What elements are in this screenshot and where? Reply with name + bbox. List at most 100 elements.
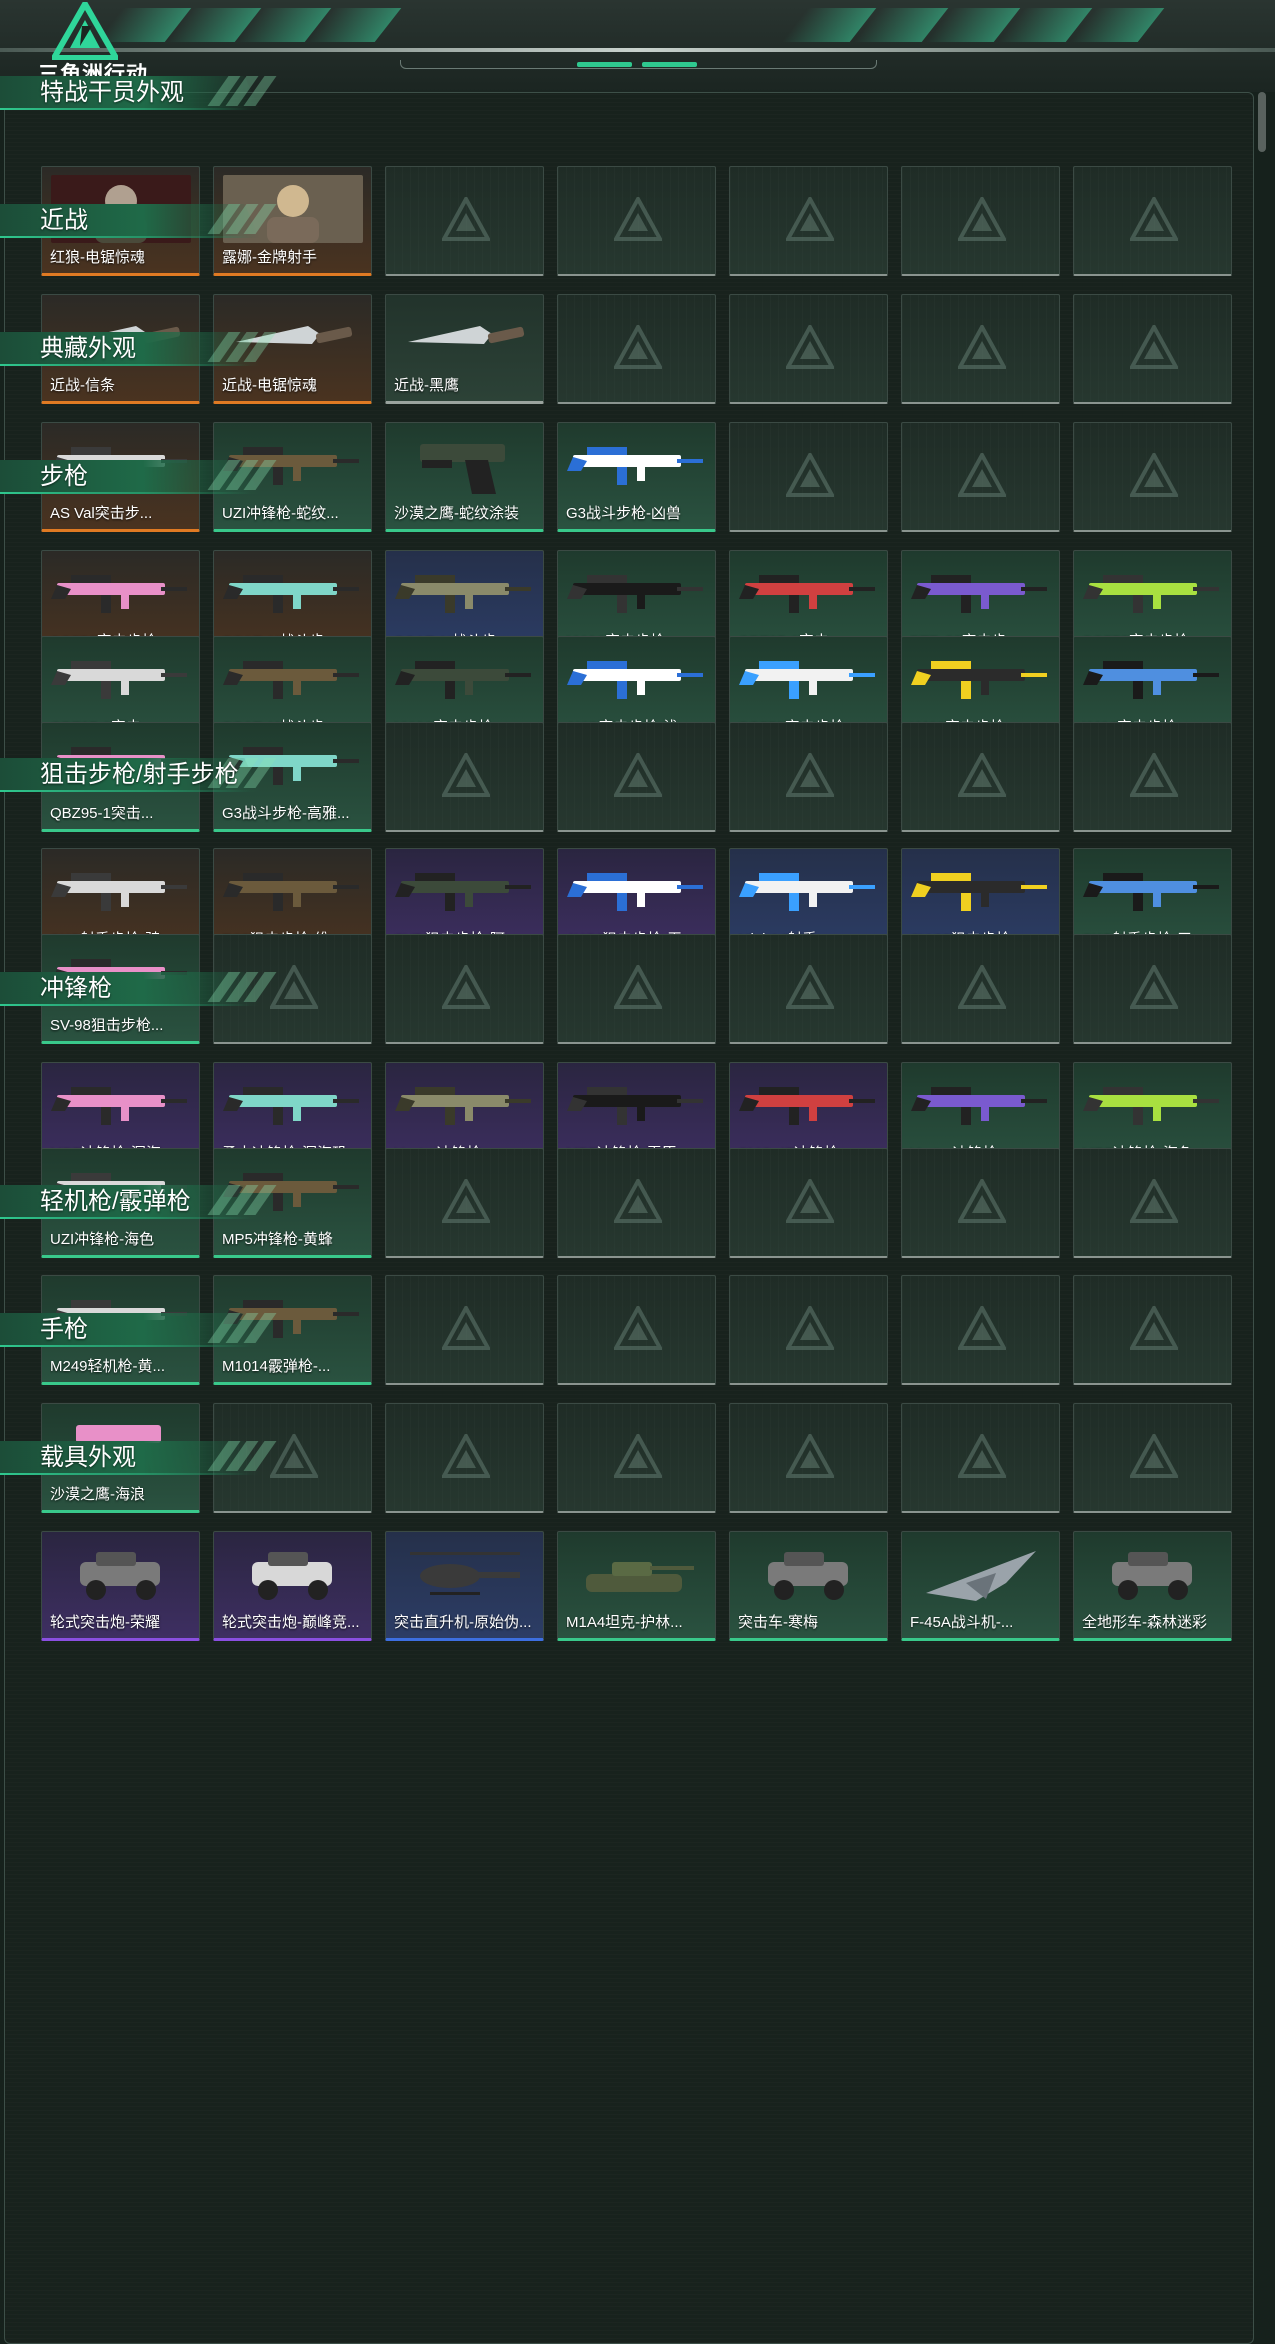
atv-icon — [1080, 1538, 1225, 1610]
empty-slot — [1073, 1275, 1232, 1385]
item-card[interactable]: 突击车-寒梅 — [729, 1531, 888, 1641]
smg-icon — [736, 1069, 881, 1141]
section-header: 手枪 — [0, 1307, 280, 1347]
rifle-icon — [48, 557, 193, 629]
empty-slot — [1073, 294, 1232, 404]
rifle-icon — [220, 643, 365, 715]
item-name: 红狼-电锯惊魂 — [50, 249, 145, 266]
empty-slot — [557, 294, 716, 404]
empty-slot — [729, 422, 888, 532]
rifle-icon — [220, 557, 365, 629]
rifle-icon — [564, 429, 709, 501]
delta-emblem-icon — [440, 750, 492, 797]
empty-slot — [901, 934, 1060, 1044]
smg-icon — [564, 1069, 709, 1141]
armored-car-icon — [48, 1538, 193, 1610]
empty-slot — [1073, 722, 1232, 832]
item-card[interactable]: G3战斗步枪-凶兽 — [557, 422, 716, 532]
item-name: 突击车-寒梅 — [738, 1614, 818, 1631]
empty-slot — [729, 1403, 888, 1513]
header-stripes-right — [781, 8, 1215, 42]
knife-icon — [392, 301, 537, 373]
jet-icon — [908, 1538, 1053, 1610]
item-name: 近战-信条 — [50, 377, 115, 394]
item-name: 近战-电锯惊魂 — [222, 377, 317, 394]
item-name: AS Val突击步... — [50, 505, 153, 522]
empty-slot — [1073, 422, 1232, 532]
delta-emblem-icon — [1128, 750, 1180, 797]
rifle-icon — [736, 643, 881, 715]
bullpup-icon — [48, 643, 193, 715]
delta-emblem-icon — [440, 1303, 492, 1350]
section-title: 典藏外观 — [40, 335, 136, 362]
section-title: 冲锋枪 — [40, 975, 112, 1002]
delta-emblem-icon — [956, 1303, 1008, 1350]
section-header-underline — [0, 1345, 250, 1347]
section-header-underline — [0, 790, 250, 792]
delta-emblem-icon — [612, 1176, 664, 1223]
section-title: 近战 — [40, 207, 88, 234]
item-name: 沙漠之鹰-海浪 — [50, 1486, 145, 1503]
rifle-icon — [1080, 557, 1225, 629]
delta-emblem-icon — [1128, 1431, 1180, 1478]
delta-emblem-icon — [612, 322, 664, 369]
tank-icon — [564, 1538, 709, 1610]
rifle-icon — [908, 643, 1053, 715]
item-name: 轮式突击炮-巅峰竞... — [222, 1614, 360, 1631]
empty-slot — [901, 1275, 1060, 1385]
pistol-icon — [392, 429, 537, 501]
empty-slot — [385, 166, 544, 276]
section-header: 冲锋枪 — [0, 966, 280, 1006]
sniper-icon — [736, 855, 881, 927]
item-name: G3战斗步枪-凶兽 — [566, 505, 682, 522]
empty-slot — [1073, 166, 1232, 276]
bullpup-icon — [564, 643, 709, 715]
scrollbar-thumb[interactable] — [1258, 92, 1266, 152]
delta-emblem-icon — [1128, 962, 1180, 1009]
delta-emblem-icon — [1128, 450, 1180, 497]
empty-slot — [729, 934, 888, 1044]
empty-slot — [901, 166, 1060, 276]
item-card[interactable]: 轮式突击炮-荣耀 — [41, 1531, 200, 1641]
item-card[interactable]: 轮式突击炮-巅峰竞... — [213, 1531, 372, 1641]
item-name: 全地形车-森林迷彩 — [1082, 1614, 1207, 1631]
section-header-underline — [0, 1473, 250, 1475]
rifle-icon — [1080, 643, 1225, 715]
item-card[interactable]: 突击直升机-原始伪... — [385, 1531, 544, 1641]
delta-emblem-icon — [784, 1431, 836, 1478]
item-card[interactable]: 近战-黑鹰 — [385, 294, 544, 404]
empty-slot — [385, 1148, 544, 1258]
section-header-underline — [0, 364, 250, 366]
section-header-underline — [0, 1004, 250, 1006]
delta-emblem-icon — [956, 322, 1008, 369]
item-card[interactable]: F-45A战斗机-... — [901, 1531, 1060, 1641]
empty-slot — [729, 166, 888, 276]
item-name: 轮式突击炮-荣耀 — [50, 1614, 160, 1631]
section-header: 载具外观 — [0, 1435, 280, 1475]
delta-emblem-icon — [612, 962, 664, 1009]
item-name: F-45A战斗机-... — [910, 1614, 1014, 1631]
rifle-icon — [392, 643, 537, 715]
rifle-icon — [908, 557, 1053, 629]
empty-slot — [385, 1403, 544, 1513]
sniper-icon — [564, 855, 709, 927]
section-title: 狙击步枪/射手步枪 — [40, 761, 239, 788]
delta-emblem-icon — [612, 194, 664, 241]
delta-emblem-icon — [784, 1176, 836, 1223]
delta-emblem-icon — [784, 1303, 836, 1350]
item-name: UZI冲锋枪-蛇纹... — [222, 505, 339, 522]
empty-slot — [557, 1275, 716, 1385]
delta-emblem-icon — [956, 194, 1008, 241]
delta-emblem-icon — [956, 1431, 1008, 1478]
item-name: G3战斗步枪-高雅... — [222, 805, 350, 822]
rifle-icon — [564, 557, 709, 629]
section-header-underline — [0, 236, 250, 238]
item-card[interactable]: 全地形车-森林迷彩 — [1073, 1531, 1232, 1641]
smg-icon — [392, 1069, 537, 1141]
delta-emblem-icon — [1128, 194, 1180, 241]
delta-emblem-icon — [784, 322, 836, 369]
item-card[interactable]: M1A4坦克-护林... — [557, 1531, 716, 1641]
delta-emblem-icon — [1128, 1176, 1180, 1223]
empty-slot — [385, 1275, 544, 1385]
item-card[interactable]: 沙漠之鹰-蛇纹涂装 — [385, 422, 544, 532]
